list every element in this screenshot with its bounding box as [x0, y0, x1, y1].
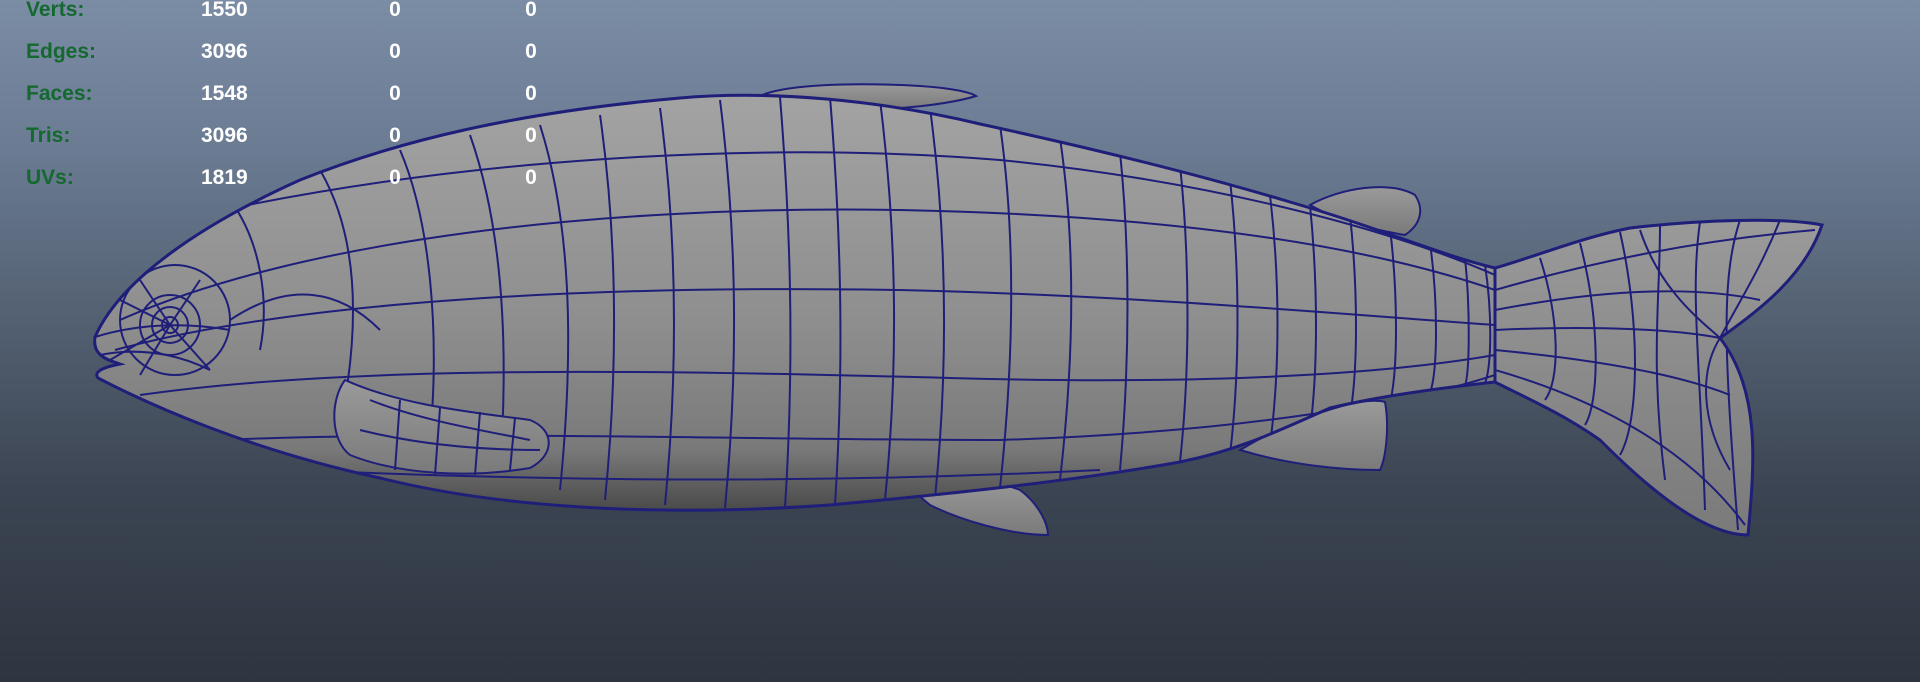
hud-row-edges: Edges: 3096 0 0: [0, 40, 600, 70]
hud-label: Tris:: [26, 124, 71, 147]
hud-row-tris: Tris: 3096 0 0: [0, 124, 600, 154]
hud-value-components: 0: [525, 124, 537, 147]
hud-row-verts: Verts: 1550 0 0: [0, 0, 600, 28]
hud-value-selected: 0: [389, 82, 401, 105]
hud-value-object: 1550: [201, 0, 248, 21]
hud-value-components: 0: [525, 0, 537, 21]
hud-value-object: 1819: [201, 166, 248, 189]
hud-value-selected: 0: [389, 0, 401, 21]
hud-value-object: 3096: [201, 40, 248, 63]
hud-value-selected: 0: [389, 124, 401, 147]
hud-label: UVs:: [26, 166, 74, 189]
hud-value-components: 0: [525, 82, 537, 105]
hud-value-components: 0: [525, 40, 537, 63]
3d-viewport[interactable]: Verts: 1550 0 0 Edges: 3096 0 0 Faces: 1…: [0, 0, 1920, 682]
hud-value-components: 0: [525, 166, 537, 189]
hud-value-selected: 0: [389, 40, 401, 63]
hud-label: Edges:: [26, 40, 97, 63]
hud-value-object: 1548: [201, 82, 248, 105]
hud-value-object: 3096: [201, 124, 248, 147]
hud-row-faces: Faces: 1548 0 0: [0, 82, 600, 112]
hud-value-selected: 0: [389, 166, 401, 189]
hud-label: Verts:: [26, 0, 85, 21]
hud-row-uvs: UVs: 1819 0 0: [0, 166, 600, 196]
poly-count-hud: Verts: 1550 0 0 Edges: 3096 0 0 Faces: 1…: [0, 0, 600, 200]
hud-label: Faces:: [26, 82, 93, 105]
